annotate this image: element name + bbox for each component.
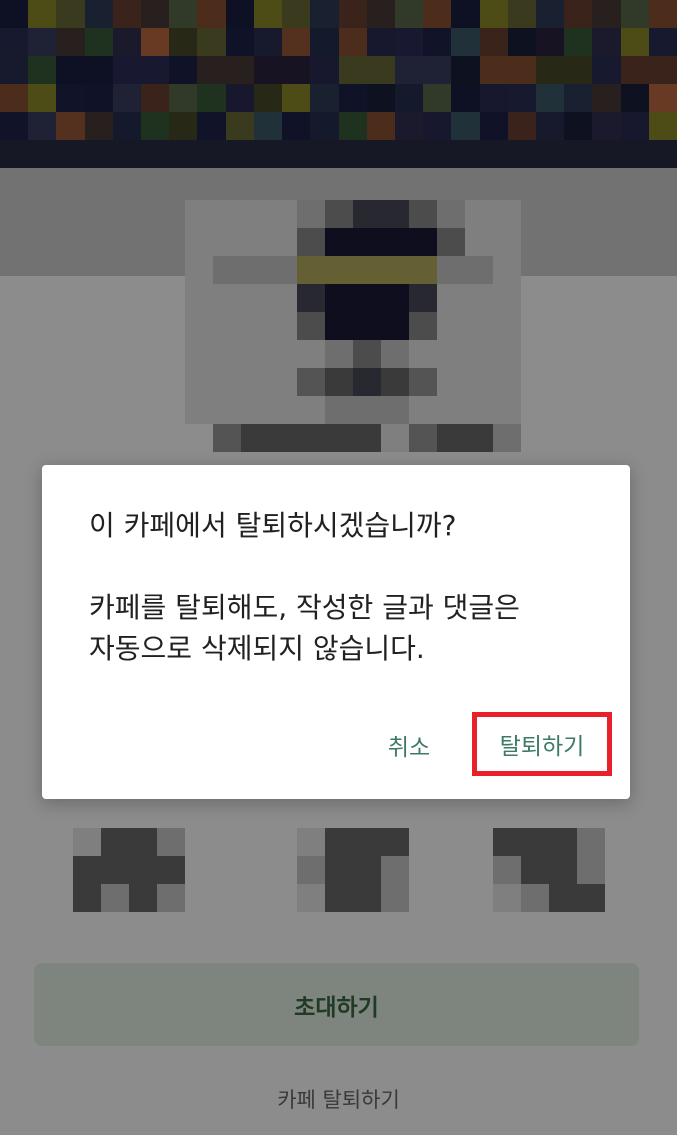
confirm-leave-button[interactable]: 탈퇴하기 bbox=[472, 712, 612, 776]
dialog-title: 이 카페에서 탈퇴하시겠습니까? bbox=[89, 509, 457, 542]
cafe-screen: 초대하기 카페 탈퇴하기 이 카페에서 탈퇴하시겠습니까? 카페를 탈퇴해도, … bbox=[0, 0, 677, 1135]
dialog-message-line2: 자동으로 삭제되지 않습니다. bbox=[89, 632, 425, 665]
dialog-message-line1: 카페를 탈퇴해도, 작성한 글과 댓글은 bbox=[89, 591, 520, 624]
leave-confirm-dialog: 이 카페에서 탈퇴하시겠습니까? 카페를 탈퇴해도, 작성한 글과 댓글은 자동… bbox=[42, 465, 630, 799]
cancel-button[interactable]: 취소 bbox=[374, 727, 444, 763]
dialog-body: 이 카페에서 탈퇴하시겠습니까? 카페를 탈퇴해도, 작성한 글과 댓글은 자동… bbox=[89, 505, 599, 669]
